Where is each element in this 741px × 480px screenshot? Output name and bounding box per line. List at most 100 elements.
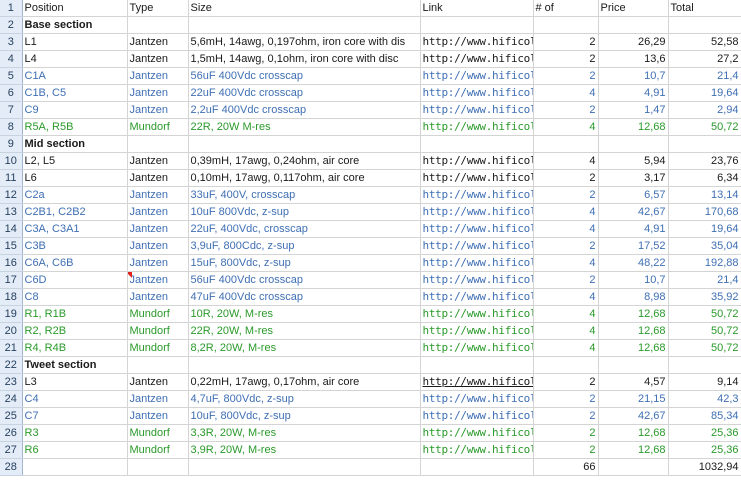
link-cell[interactable]: http://www.hificolle (420, 271, 534, 289)
size-cell[interactable]: 4,7uF, 800Vdc, z-sup (188, 390, 421, 408)
size-cell[interactable]: 5,6mH, 14awg, 0,197ohm, iron core with d… (188, 33, 421, 51)
price-cell[interactable]: 12,68 (598, 118, 669, 136)
type-cell[interactable]: Mundorf (127, 305, 189, 323)
header-cell-size[interactable]: Size (188, 0, 421, 17)
row-number[interactable]: 18 (0, 288, 23, 306)
position-cell[interactable]: C2B1, C2B2 (22, 203, 128, 221)
link-cell[interactable]: http://www.hificolle (420, 441, 534, 459)
type-cell[interactable]: Jantzen (127, 237, 189, 255)
total-cell[interactable]: 21,4 (668, 271, 741, 289)
size-cell[interactable]: 8,2R, 20W, M-res (188, 339, 421, 357)
header-cell-total[interactable]: Total (668, 0, 741, 17)
count-cell[interactable]: 2 (533, 50, 599, 68)
row-number[interactable]: 19 (0, 305, 23, 323)
link-cell[interactable]: http://www.hificolle (420, 84, 534, 102)
type-cell[interactable]: Jantzen (127, 254, 189, 272)
position-cell[interactable]: C1A (22, 67, 128, 85)
size-cell[interactable]: 22R, 20W M-res (188, 118, 421, 136)
price-cell[interactable]: 4,91 (598, 84, 669, 102)
count-total-cell[interactable]: 66 (533, 458, 599, 476)
row-number[interactable]: 15 (0, 237, 23, 255)
empty-cell[interactable] (127, 356, 189, 374)
position-cell[interactable]: R3 (22, 424, 128, 442)
price-cell[interactable]: 3,17 (598, 169, 669, 187)
price-cell[interactable]: 42,67 (598, 203, 669, 221)
row-number[interactable]: 7 (0, 101, 23, 119)
empty-cell[interactable] (420, 458, 534, 476)
row-number[interactable]: 13 (0, 203, 23, 221)
link-cell[interactable]: http://www.hificolle (420, 220, 534, 238)
price-cell[interactable]: 6,57 (598, 186, 669, 204)
type-cell[interactable]: Mundorf (127, 441, 189, 459)
price-cell[interactable]: 12,68 (598, 322, 669, 340)
count-cell[interactable]: 4 (533, 84, 599, 102)
type-cell[interactable]: Jantzen (127, 220, 189, 238)
empty-cell[interactable] (668, 135, 741, 153)
empty-cell[interactable] (598, 135, 669, 153)
price-cell[interactable]: 12,68 (598, 339, 669, 357)
count-cell[interactable]: 2 (533, 271, 599, 289)
type-cell[interactable]: Jantzen (127, 186, 189, 204)
position-cell[interactable]: C3A, C3A1 (22, 220, 128, 238)
row-number[interactable]: 14 (0, 220, 23, 238)
row-number[interactable]: 2 (0, 16, 23, 34)
total-cell[interactable]: 50,72 (668, 118, 741, 136)
type-cell[interactable]: Jantzen (127, 101, 189, 119)
total-cell[interactable]: 42,3 (668, 390, 741, 408)
position-cell[interactable]: C8 (22, 288, 128, 306)
comment-indicator-icon[interactable] (127, 272, 132, 278)
link-cell[interactable]: http://www.hificolle (420, 288, 534, 306)
price-cell[interactable]: 5,94 (598, 152, 669, 170)
position-cell[interactable]: L4 (22, 50, 128, 68)
total-cell[interactable]: 23,76 (668, 152, 741, 170)
size-cell[interactable]: 56uF 400Vdc crosscap (188, 271, 421, 289)
empty-cell[interactable] (598, 16, 669, 34)
row-number[interactable]: 10 (0, 152, 23, 170)
link-cell[interactable]: http://www.hificolle (420, 101, 534, 119)
total-cell[interactable]: 25,36 (668, 441, 741, 459)
empty-cell[interactable] (533, 356, 599, 374)
price-cell[interactable]: 4,91 (598, 220, 669, 238)
total-cell[interactable]: 21,4 (668, 67, 741, 85)
price-cell[interactable]: 13,6 (598, 50, 669, 68)
section-title[interactable]: Tweet section (22, 356, 128, 374)
type-cell[interactable]: Jantzen (127, 288, 189, 306)
row-number[interactable]: 27 (0, 441, 23, 459)
row-number[interactable]: 8 (0, 118, 23, 136)
empty-cell[interactable] (188, 356, 421, 374)
link-cell[interactable]: http://www.hificolle (420, 339, 534, 357)
total-cell[interactable]: 19,64 (668, 84, 741, 102)
size-cell[interactable]: 10R, 20W, M-res (188, 305, 421, 323)
link-cell[interactable]: http://www.hificolle (420, 50, 534, 68)
type-cell[interactable]: Jantzen (127, 390, 189, 408)
position-cell[interactable]: C7 (22, 407, 128, 425)
price-cell[interactable]: 12,68 (598, 424, 669, 442)
total-cell[interactable]: 35,04 (668, 237, 741, 255)
row-number[interactable]: 5 (0, 67, 23, 85)
count-cell[interactable]: 2 (533, 441, 599, 459)
size-cell[interactable]: 47uF 400Vdc crosscap (188, 288, 421, 306)
count-cell[interactable]: 2 (533, 33, 599, 51)
size-cell[interactable]: 15uF, 800Vdc, z-sup (188, 254, 421, 272)
size-cell[interactable]: 0,22mH, 17awg, 0,17ohm, air core (188, 373, 421, 391)
link-cell[interactable]: http://www.hificolle (420, 118, 534, 136)
price-cell[interactable]: 12,68 (598, 441, 669, 459)
link-text[interactable]: http://www.hificolle (423, 375, 533, 388)
total-cell[interactable]: 27,2 (668, 50, 741, 68)
row-number[interactable]: 26 (0, 424, 23, 442)
type-cell[interactable]: Jantzen (127, 152, 189, 170)
link-cell[interactable]: http://www.hificolle (420, 373, 534, 391)
count-cell[interactable]: 4 (533, 288, 599, 306)
section-title[interactable]: Base section (22, 16, 128, 34)
count-cell[interactable]: 2 (533, 407, 599, 425)
total-cell[interactable]: 2,94 (668, 101, 741, 119)
size-cell[interactable]: 56uF 400Vdc crosscap (188, 67, 421, 85)
price-cell[interactable]: 10,7 (598, 271, 669, 289)
count-cell[interactable]: 2 (533, 67, 599, 85)
size-cell[interactable]: 1,5mH, 14awg, 0,1ohm, iron core with dis… (188, 50, 421, 68)
size-cell[interactable]: 0,39mH, 17awg, 0,24ohm, air core (188, 152, 421, 170)
header-cell-price[interactable]: Price (598, 0, 669, 17)
row-number[interactable]: 17 (0, 271, 23, 289)
type-cell[interactable]: Jantzen (127, 50, 189, 68)
total-cell[interactable]: 170,68 (668, 203, 741, 221)
